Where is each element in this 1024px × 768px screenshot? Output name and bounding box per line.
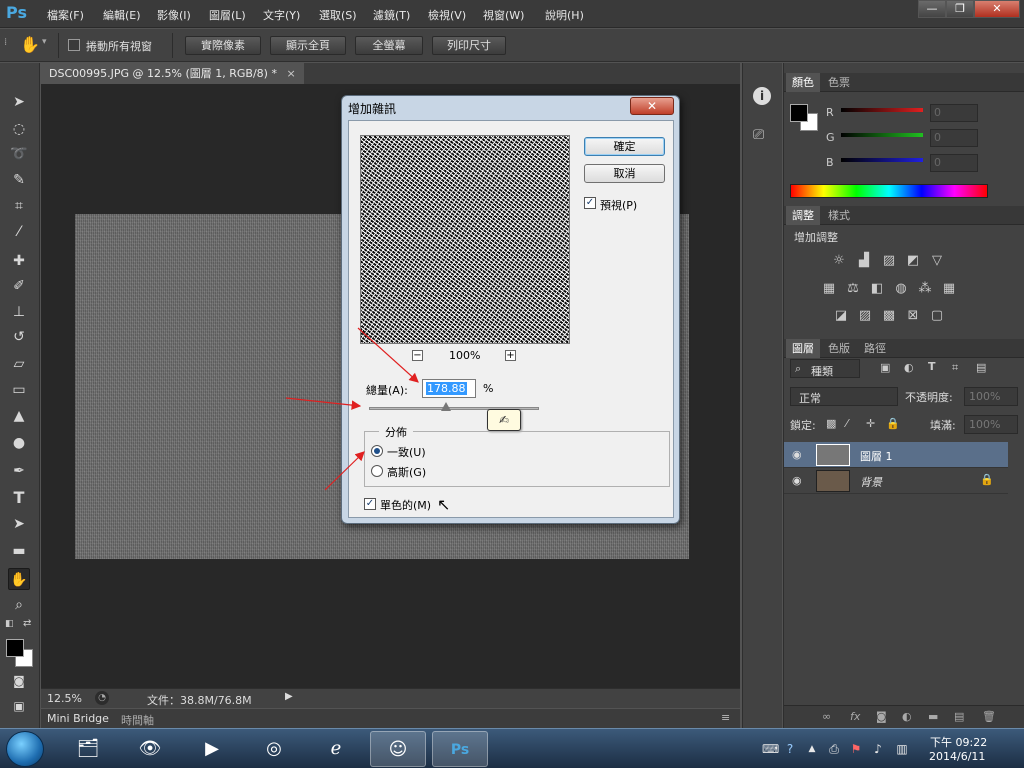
clock-date[interactable]: 2014/6/11 (929, 750, 985, 763)
usb-device-icon[interactable]: ⎙ (826, 741, 842, 757)
network-icon[interactable]: ▥ (894, 741, 910, 757)
internet-explorer-icon[interactable]: ℯ (308, 731, 364, 767)
action-center-icon[interactable]: ⚑ (848, 741, 864, 757)
annotation-arrow-uniform (324, 451, 365, 491)
tray-expand-icon[interactable]: ▲ (804, 741, 820, 757)
file-explorer-icon[interactable]: 🗂 (60, 731, 116, 767)
windows-taskbar: 🗂 👁 ▶ ◎ ℯ ☺ Ps ⌨ ? ▲ ⎙ ⚑ ♪ ▥ 下午 09:22 20… (0, 728, 1024, 768)
annotation-arrows (285, 327, 419, 491)
chrome-icon[interactable]: ◎ (246, 731, 302, 767)
annotation-arrow-amount (357, 327, 419, 383)
windows-start-button[interactable] (6, 731, 44, 767)
media-player-icon[interactable]: ▶ (184, 731, 240, 767)
help-icon[interactable]: ? (782, 741, 798, 757)
keyboard-icon[interactable]: ⌨ (762, 741, 779, 757)
photoshop-taskbar-icon[interactable]: Ps (432, 731, 488, 767)
ghost-app-icon[interactable]: ☺ (370, 731, 426, 767)
clock-time[interactable]: 下午 09:22 (930, 734, 987, 750)
volume-icon[interactable]: ♪ (870, 741, 886, 757)
image-viewer-icon[interactable]: 👁 (122, 731, 178, 767)
annotation-arrow-slider (285, 397, 362, 410)
